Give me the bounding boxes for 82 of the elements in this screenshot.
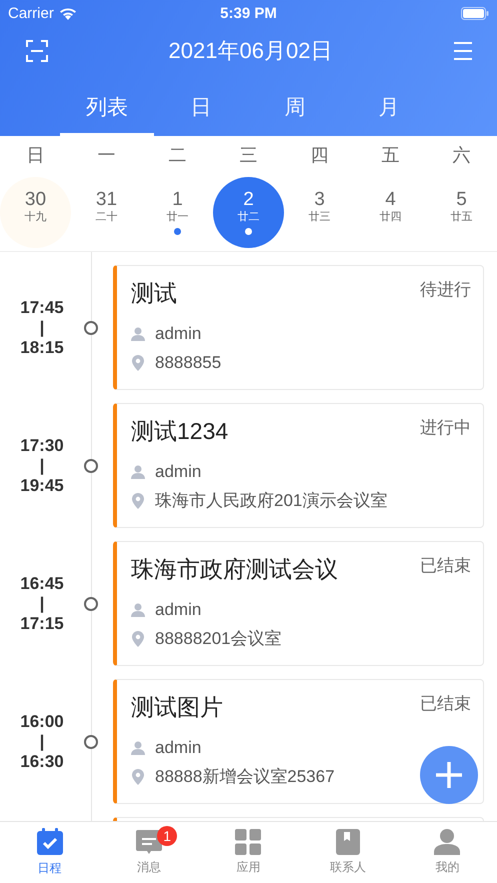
timeline-node [84, 596, 98, 610]
date-cell[interactable]: 4 廿四 [355, 176, 426, 248]
weekday-label: 二 [168, 144, 188, 166]
plus-icon [435, 761, 463, 789]
date-cell[interactable]: 2 廿二 [213, 176, 284, 248]
nav-tab[interactable]: 消息 1 [99, 822, 199, 883]
location-pin-icon [131, 768, 145, 784]
location-pin-icon [131, 354, 145, 370]
location: 88888201会议室 [155, 628, 282, 650]
event-title: 测试1234 [131, 417, 228, 446]
end-time: 18:15 [20, 338, 64, 358]
start-time: 17:30 [20, 436, 64, 456]
nav-tab[interactable]: 应用 [198, 822, 298, 883]
date-cell[interactable]: 3 廿三 [284, 176, 355, 248]
date-cell[interactable]: 30 十九 [0, 176, 71, 248]
weekday-label: 四 [310, 144, 330, 166]
location: 88888新增会议室25367 [155, 766, 335, 788]
nav-tab[interactable]: 我的 [398, 822, 497, 883]
bookmark-book-icon [336, 829, 360, 855]
person-icon [131, 326, 145, 340]
date-cell[interactable]: 31 二十 [71, 176, 142, 248]
event-title: 测试 [131, 279, 177, 308]
organizer: admin [155, 324, 202, 344]
view-tab[interactable]: 月 [342, 76, 436, 136]
clock: 5:39 PM [220, 4, 277, 22]
date-cell[interactable]: 1 廿一 [142, 176, 213, 248]
weekday-label: 三 [238, 144, 258, 166]
event-status: 已结束 [420, 555, 471, 577]
person-icon [131, 464, 145, 478]
weekday-label: 日 [26, 144, 46, 166]
menu-button[interactable] [452, 41, 473, 61]
date-cell[interactable]: 5 廿五 [426, 176, 497, 248]
end-time: 19:45 [20, 476, 64, 496]
location-pin-icon [131, 492, 145, 508]
scan-button[interactable] [26, 40, 48, 62]
start-time: 17:45 [20, 298, 64, 318]
carrier-label: Carrier [8, 4, 54, 22]
organizer: admin [155, 462, 202, 482]
event-status: 进行中 [420, 417, 471, 439]
event-status: 待进行 [420, 279, 471, 301]
message-icon [135, 829, 164, 855]
unread-badge: 1 [157, 826, 178, 846]
time-separator: | [40, 318, 44, 338]
person-icon [433, 829, 462, 855]
view-tab[interactable]: 日 [154, 76, 248, 136]
time-separator: | [40, 456, 44, 476]
event-status: 已结束 [420, 693, 471, 715]
end-time: 17:15 [20, 614, 64, 634]
start-time: 16:45 [20, 574, 64, 594]
scan-icon [26, 40, 48, 62]
event-title: 珠海市政府测试会议 [131, 555, 338, 584]
event-card[interactable]: 测试 待进行 admin 8888855 [113, 265, 484, 390]
view-tab[interactable]: 周 [248, 76, 342, 136]
event-title: 测试图片 [131, 693, 223, 722]
person-icon [131, 602, 145, 616]
view-tab[interactable]: 列表 [60, 76, 154, 136]
organizer: admin [155, 600, 202, 620]
weekday-label: 六 [452, 144, 472, 166]
nav-tab[interactable]: 日程 [0, 822, 100, 883]
organizer: admin [155, 738, 202, 758]
wifi-icon [58, 6, 77, 20]
weekday-label: 五 [380, 144, 400, 166]
location-pin-icon [131, 630, 145, 646]
date-title: 2021年06月02日 [168, 37, 332, 65]
event-card[interactable]: 珠海市政府测试会议 已结束 admin 88888201会议室 [113, 541, 484, 666]
event-card[interactable]: 测试1234 进行中 admin 珠海市人民政府201演示会议室 [113, 403, 484, 528]
timeline-node [84, 458, 98, 472]
timeline-node [84, 320, 98, 334]
grid-icon [235, 829, 262, 855]
nav-tab[interactable]: 联系人 [298, 822, 398, 883]
calendar-icon [36, 828, 64, 856]
battery-icon [461, 6, 489, 20]
menu-icon [452, 41, 473, 61]
location: 8888855 [155, 352, 222, 372]
time-separator: | [40, 594, 44, 614]
location: 珠海市人民政府201演示会议室 [155, 490, 388, 512]
person-icon [131, 740, 145, 754]
timeline-node [84, 734, 98, 748]
time-separator: | [40, 732, 44, 752]
weekday-label: 一 [96, 144, 116, 166]
end-time: 16:30 [20, 752, 64, 772]
start-time: 16:00 [20, 712, 64, 732]
